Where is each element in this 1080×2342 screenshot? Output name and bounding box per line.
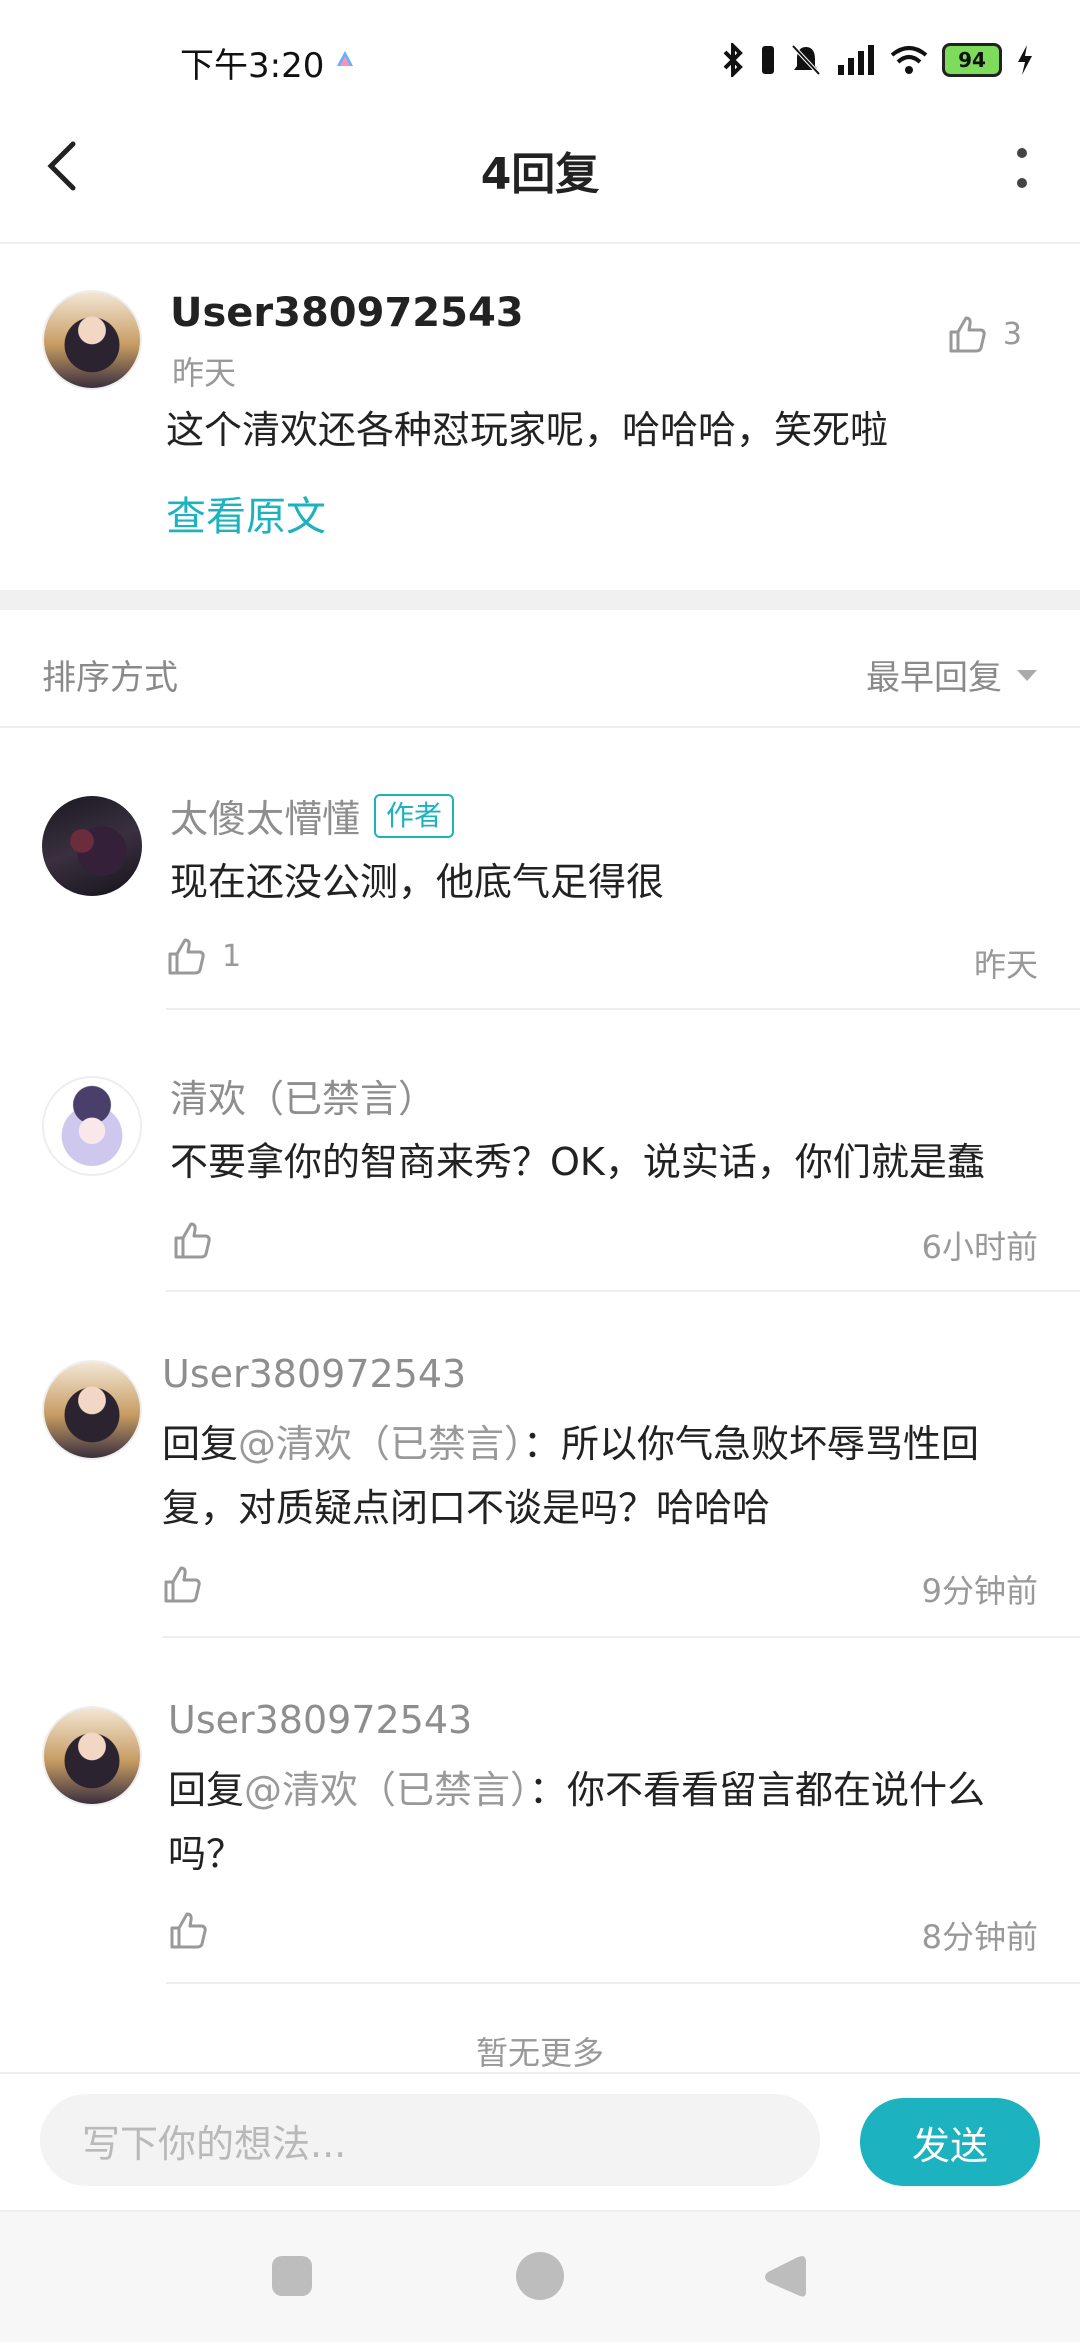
avatar[interactable] bbox=[42, 796, 142, 896]
wifi-icon bbox=[890, 46, 928, 74]
status-time: 下午3:20 bbox=[180, 46, 325, 86]
battery-icon: 94 bbox=[942, 43, 1002, 77]
reply-text: 现在还没公测，他底气足得很 bbox=[170, 860, 665, 904]
signal-icon bbox=[838, 45, 874, 75]
reply-like-button[interactable] bbox=[162, 1564, 202, 1604]
reply-like-button[interactable] bbox=[168, 1910, 208, 1950]
view-original-link[interactable]: 查看原文 bbox=[166, 484, 326, 542]
bluetooth-icon bbox=[723, 43, 743, 77]
thumbs-up-icon bbox=[170, 1912, 207, 1949]
recent-apps-button[interactable] bbox=[272, 2256, 312, 2296]
vibrate-icon bbox=[762, 46, 774, 74]
avatar[interactable] bbox=[42, 1076, 142, 1176]
reply-text: 回复@清欢（已禁言）：你不看看留言都在说什么吗？ bbox=[168, 1758, 1008, 1886]
sort-divider bbox=[0, 726, 1080, 728]
reply-username[interactable]: 清欢（已禁言） bbox=[170, 1068, 436, 1123]
original-time: 昨天 bbox=[172, 354, 237, 392]
author-badge: 作者 bbox=[374, 793, 455, 838]
mute-bell-icon bbox=[791, 44, 821, 76]
composer-divider bbox=[0, 2072, 1080, 2074]
reply-divider bbox=[166, 1008, 1080, 1010]
sort-label: 排序方式 bbox=[42, 658, 178, 698]
original-username[interactable]: User380972543 bbox=[170, 290, 524, 336]
reply-time: 6小时前 bbox=[921, 1228, 1038, 1266]
reply-text: 回复@清欢（已禁言）：所以你气急败坏辱骂性回复，对质疑点闭口不谈是吗？哈哈哈 bbox=[162, 1412, 1002, 1540]
status-icons: 94 bbox=[720, 40, 1034, 80]
system-back-button[interactable] bbox=[762, 2252, 806, 2302]
reply-time: 8分钟前 bbox=[921, 1918, 1038, 1956]
reply-time: 9分钟前 bbox=[921, 1572, 1038, 1610]
send-button[interactable]: 发送 bbox=[860, 2098, 1040, 2186]
thumbs-up-icon bbox=[174, 1222, 211, 1259]
header-divider bbox=[0, 242, 1080, 244]
reply-username[interactable]: 太傻太懵懂 bbox=[170, 788, 360, 843]
sort-dropdown[interactable]: 最早回复 bbox=[866, 650, 1038, 699]
reply-divider bbox=[162, 1636, 1080, 1638]
more-vertical-icon bbox=[1017, 148, 1027, 188]
avatar[interactable] bbox=[42, 1706, 142, 1806]
more-options-button[interactable] bbox=[994, 135, 1050, 201]
thumbs-up-icon bbox=[164, 1566, 201, 1603]
reply-divider bbox=[166, 1290, 1080, 1292]
thumbs-up-icon bbox=[168, 938, 205, 975]
reply-time: 昨天 bbox=[973, 946, 1038, 984]
sort-selected: 最早回复 bbox=[866, 658, 1002, 698]
charging-icon bbox=[1018, 45, 1032, 75]
reply-prefix: 回复 bbox=[168, 1768, 245, 1812]
reply-text: 不要拿你的智商来秀？OK，说实话，你们就是蠢 bbox=[170, 1140, 985, 1184]
app-notification-icon bbox=[337, 51, 353, 66]
mention-link[interactable]: @清欢（已禁言） bbox=[244, 1768, 529, 1812]
thumbs-up-icon bbox=[949, 316, 986, 353]
mention-link[interactable]: @清欢（已禁言） bbox=[238, 1422, 523, 1466]
avatar[interactable] bbox=[42, 1360, 142, 1460]
home-button[interactable] bbox=[516, 2252, 564, 2300]
reply-prefix: 回复 bbox=[162, 1422, 239, 1466]
reply-divider bbox=[166, 1982, 1080, 1984]
reply-like-button[interactable]: 1 bbox=[166, 936, 241, 976]
no-more-text: 暂无更多 bbox=[475, 2034, 604, 2072]
dropdown-triangle-icon bbox=[1017, 669, 1037, 681]
original-like-button[interactable]: 3 bbox=[947, 314, 1022, 354]
original-comment-text: 这个清欢还各种怼玩家呢，哈哈哈，笑死啦 bbox=[166, 408, 889, 452]
reply-header: 太傻太懵懂 作者 bbox=[170, 788, 455, 843]
section-divider bbox=[0, 590, 1080, 610]
like-count: 1 bbox=[222, 938, 242, 974]
reply-username[interactable]: User380972543 bbox=[168, 1698, 472, 1742]
avatar[interactable] bbox=[42, 290, 142, 390]
like-count: 3 bbox=[1002, 316, 1022, 352]
page-title: 4回复 bbox=[480, 149, 600, 200]
comment-input[interactable]: 写下你的想法... bbox=[40, 2094, 820, 2186]
reply-like-button[interactable] bbox=[172, 1220, 212, 1260]
reply-username[interactable]: User380972543 bbox=[162, 1352, 466, 1396]
